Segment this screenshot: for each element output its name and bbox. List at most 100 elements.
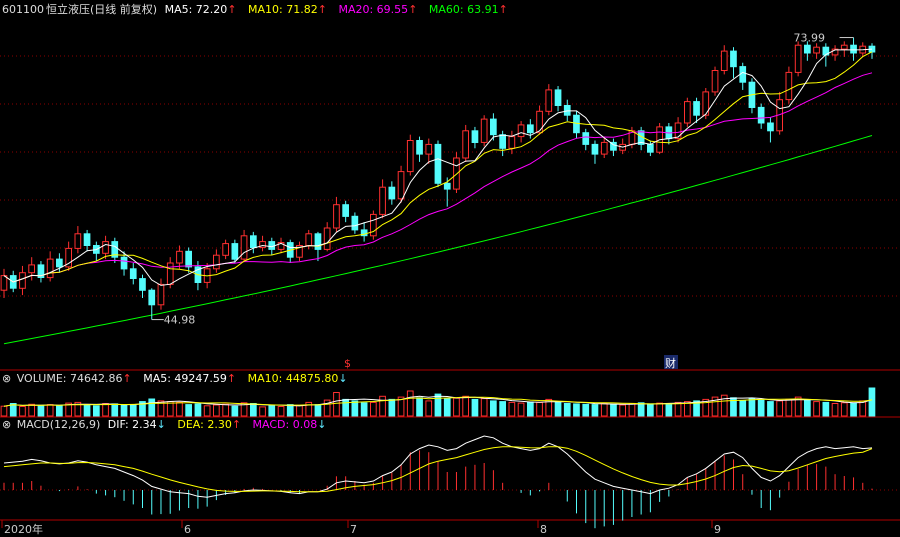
candle-body-3 (28, 264, 35, 274)
candle-body-48 (443, 182, 451, 190)
candlesticks (0, 37, 876, 320)
candle-body-59 (545, 89, 553, 112)
candle-body-35 (323, 227, 331, 250)
volume-ma10-down-arrow-icon: ↓ (338, 372, 348, 385)
candle-body-62 (573, 114, 580, 134)
volume-bar-55 (508, 401, 516, 417)
volume-bar-54 (499, 401, 506, 417)
volume-bar-14 (129, 404, 137, 417)
volume-ma10-label: MA10: 44875.80↓ (247, 372, 348, 385)
candle-body-38 (351, 215, 359, 231)
candle-body-78 (720, 50, 728, 71)
candle-body-15 (139, 278, 146, 291)
candle-body-2 (19, 272, 26, 289)
dea-up-arrow-icon: ↑ (231, 418, 242, 431)
volume-bar-73 (674, 401, 682, 417)
ma60-up-arrow-icon: ↑ (498, 3, 508, 16)
price-header: 601100 恒立液压(日线 前复权) MA5: 72.20↑ MA10: 71.… (2, 3, 516, 17)
candle-body-16 (148, 289, 156, 306)
volume-bar-60 (554, 401, 562, 417)
volume-bar-72 (665, 403, 673, 417)
volume-bar-34 (314, 404, 322, 417)
candle-body-47 (434, 143, 442, 184)
candle-body-53 (490, 118, 497, 136)
candle-body-44 (406, 140, 414, 173)
volume-bar-57 (527, 401, 534, 417)
volume-bar-38 (351, 400, 359, 417)
volume-bar-67 (619, 404, 626, 417)
ma10-up-arrow-icon: ↑ (317, 3, 327, 16)
volume-bar-2 (19, 406, 26, 417)
candle-body-77 (711, 70, 719, 93)
macd-header: ⊗ MACD(12,26,9) DIF: 2.34↓ DEA: 2.30↑ MA… (2, 418, 334, 432)
candle-body-82 (757, 106, 765, 124)
dea-label: DEA: 2.30↑ (177, 418, 242, 431)
candle-body-75 (693, 101, 700, 116)
volume-bar-0 (0, 405, 8, 417)
volume-bar-11 (102, 403, 109, 417)
volume-bar-52 (480, 398, 488, 417)
volume-bar-6 (56, 405, 63, 417)
ma5-label: MA5: 72.20↑ (164, 3, 237, 16)
volume-bar-70 (647, 403, 654, 417)
candle-body-9 (83, 233, 91, 247)
candle-body-70 (647, 143, 654, 153)
volume-bar-80 (739, 400, 747, 417)
candle-body-64 (591, 143, 599, 155)
volume-bar-21 (194, 403, 202, 417)
candle-body-52 (480, 118, 488, 143)
candle-body-13 (120, 256, 128, 270)
volume-bars (0, 387, 876, 417)
volume-bar-40 (370, 401, 377, 417)
grid-lines (0, 55, 900, 521)
candle-body-60 (554, 89, 562, 107)
volume-bar-65 (600, 402, 608, 417)
candle-body-50 (462, 130, 469, 159)
candle-body-58 (536, 110, 543, 134)
candle-body-36 (333, 204, 340, 229)
volume-bar-44 (406, 390, 414, 417)
event-marker-finance: 财 (665, 356, 676, 370)
candle-body-63 (582, 132, 590, 145)
candle-body-14 (129, 268, 137, 279)
volume-bar-16 (148, 398, 156, 417)
volume-bar-94 (868, 387, 876, 417)
volume-bar-93 (859, 400, 867, 417)
volume-bar-24 (222, 403, 230, 417)
volume-bar-68 (628, 403, 636, 417)
volume-bar-47 (434, 393, 442, 417)
volume-bar-50 (462, 395, 469, 417)
candle-body-79 (730, 50, 737, 68)
volume-ma5-up-arrow-icon: ↑ (226, 372, 237, 385)
stock-chart[interactable]: 2020年 6 7 8 9 73.99 44.98 $ 财 (0, 0, 900, 537)
x-label-0: 2020年 (4, 522, 43, 536)
candle-body-26 (240, 235, 248, 260)
volume-bar-39 (360, 402, 368, 417)
annotations: 73.99 44.98 $ 财 (151, 32, 854, 370)
volume-bar-32 (296, 404, 303, 417)
candle-body-6 (56, 258, 63, 268)
event-marker-dividend: $ (344, 357, 351, 370)
volume-bar-63 (582, 403, 590, 417)
ma5-up-arrow-icon: ↑ (227, 3, 237, 16)
volume-bar-5 (46, 404, 54, 417)
ma20-label: MA20: 69.55↑ (338, 3, 418, 16)
volume-bar-82 (757, 399, 765, 417)
x-label-4: 9 (714, 523, 721, 536)
stock-code: 601100 (2, 3, 44, 16)
candle-body-74 (684, 101, 691, 124)
macd-menu-icon[interactable]: ⊗ (2, 418, 11, 431)
macd-value-label: MACD: 0.08↓ (252, 418, 327, 431)
candle-body-45 (416, 140, 423, 155)
ma10-label: MA10: 71.82↑ (248, 3, 327, 16)
volume-menu-icon[interactable]: ⊗ (2, 372, 11, 385)
candle-body-20 (185, 250, 193, 268)
candle-body-19 (176, 250, 183, 264)
volume-bar-49 (453, 397, 460, 417)
volume-header: ⊗ VOLUME: 74642.86↑ MA5: 49247.59↑ MA10:… (2, 372, 356, 386)
ma60-label: MA60: 63.91↑ (428, 3, 508, 16)
volume-bar-81 (748, 398, 756, 417)
candle-body-85 (785, 71, 793, 101)
volume-bar-20 (185, 404, 193, 417)
low-price-label: 44.98 (164, 314, 196, 327)
